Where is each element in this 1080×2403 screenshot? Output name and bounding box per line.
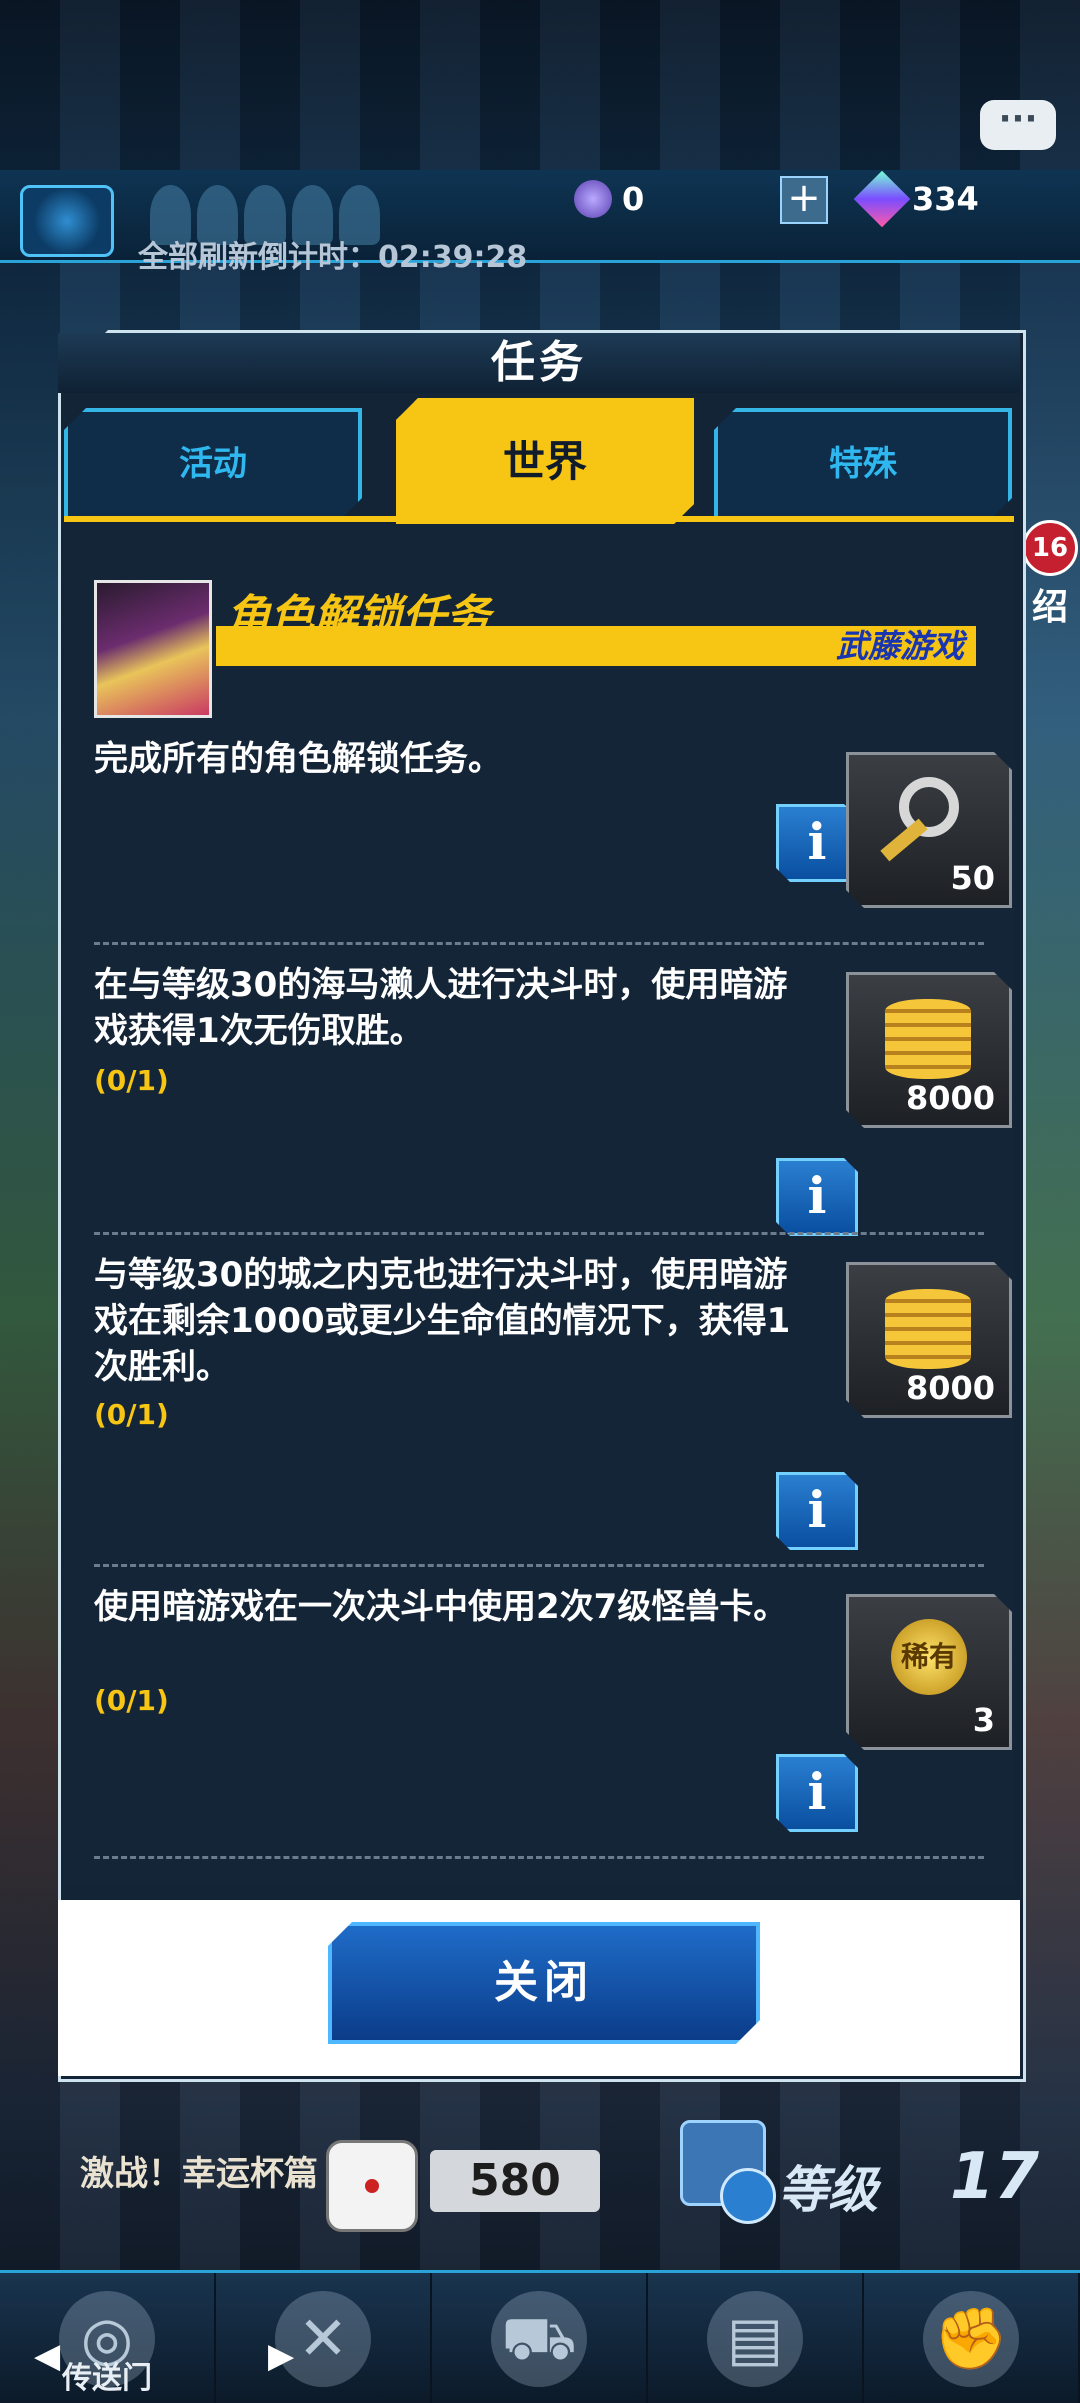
nav-emblem[interactable]: ✊ <box>864 2273 1080 2403</box>
level-value: 17 <box>950 2140 1040 2214</box>
character-name: 武藤游戏 <box>835 627 964 665</box>
reward-box[interactable]: 8000 <box>846 1262 1012 1418</box>
refresh-icon <box>720 2168 776 2224</box>
quest-text: 在与等级30的海马濑人进行决斗时，使用暗游戏获得1次无伤取胜。 <box>94 965 788 1051</box>
bottom-nav: ◎ 传送门 ✕ ⛟ ▤ ✊ <box>0 2270 1080 2403</box>
quest-text: 完成所有的角色解锁任务。 <box>94 739 502 779</box>
tab-special[interactable]: 特殊 <box>714 408 1012 520</box>
nav-shop[interactable]: ⛟ <box>432 2273 648 2403</box>
character-quest-title: 角色解锁任务 <box>226 591 490 642</box>
close-button[interactable]: 关闭 <box>328 1922 760 2044</box>
mission-tabs: 活动 世界 特殊 <box>64 398 1014 518</box>
quest-text: 与等级30的城之内克也进行决斗时，使用暗游戏在剩余1000或更少生命值的情况下，… <box>94 1255 791 1387</box>
orb-count: 0 <box>622 180 645 218</box>
gold-coins-icon <box>885 999 971 1079</box>
gem-count: 334 <box>912 180 979 218</box>
reward-box[interactable]: 50 <box>846 752 1012 908</box>
quest-item: 完成所有的角色解锁任务。 i 50 <box>94 736 984 926</box>
reward-count: 50 <box>950 859 995 897</box>
gem-icon <box>853 170 911 228</box>
shop-cart-icon: ⛟ <box>491 2291 587 2387</box>
info-button[interactable]: i <box>776 1472 858 1550</box>
character-header: 武藤游戏 角色解锁任务 <box>94 580 979 720</box>
quest-text: 使用暗游戏在一次决斗中使用2次7级怪兽卡。 <box>94 1587 788 1627</box>
notification-badge[interactable]: 16 <box>1022 520 1078 576</box>
tab-underline <box>64 516 1014 522</box>
quest-item: 与等级30的城之内克也进行决斗时，使用暗游戏在剩余1000或更少生命值的情况下，… <box>94 1252 984 1552</box>
nav-right-arrow-icon[interactable]: ▶ <box>268 2336 294 2376</box>
dice-count: 580 <box>430 2150 600 2212</box>
divider <box>94 1564 984 1567</box>
info-button[interactable]: i <box>776 1158 858 1236</box>
side-label: 绍 <box>1032 587 1069 628</box>
tab-activity[interactable]: 活动 <box>64 408 362 520</box>
quest-progress: (0/1) <box>94 1684 169 1717</box>
tab-world[interactable]: 世界 <box>396 398 694 526</box>
gold-coins-icon <box>885 1289 971 1369</box>
divider <box>94 942 984 945</box>
dice-icon <box>326 2140 418 2232</box>
orb-icon <box>574 180 612 218</box>
reward-count: 8000 <box>905 1079 995 1117</box>
gem-currency: 334 <box>853 170 979 228</box>
event-title[interactable]: 激战！幸运杯篇 <box>80 2146 318 2195</box>
refresh-countdown: 全部刷新倒计时：02:39:28 <box>138 240 528 275</box>
dialog-title: 任务 <box>58 333 1020 393</box>
add-gems-button[interactable]: + <box>780 176 828 224</box>
rare-medal-icon: 稀有 <box>891 1619 967 1695</box>
quest-item: 在与等级30的海马濑人进行决斗时，使用暗游戏获得1次无伤取胜。 (0/1) i … <box>94 962 984 1242</box>
reward-box[interactable]: 稀有 3 <box>846 1594 1012 1750</box>
character-portrait <box>94 580 212 718</box>
level-label: 等级 <box>778 2161 878 2219</box>
cards-icon: ▤ <box>707 2291 803 2387</box>
reward-count: 3 <box>972 1701 995 1739</box>
nav-cards[interactable]: ▤ <box>648 2273 864 2403</box>
nav-portal[interactable]: ◎ 传送门 <box>0 2273 216 2403</box>
divider <box>94 1856 984 1859</box>
divider <box>94 1232 984 1235</box>
quest-item: 使用暗游戏在一次决斗中使用2次7级怪兽卡。 (0/1) i 稀有 3 <box>94 1584 984 1844</box>
reward-count: 8000 <box>905 1369 995 1407</box>
info-button[interactable]: i <box>776 804 858 882</box>
info-button[interactable]: i <box>776 1754 858 1832</box>
orb-currency: 0 <box>574 178 644 220</box>
nav-duel[interactable]: ✕ <box>216 2273 432 2403</box>
globe-icon[interactable] <box>20 185 114 257</box>
quest-progress: (0/1) <box>94 1064 169 1097</box>
nav-left-arrow-icon[interactable]: ◀ <box>34 2336 60 2376</box>
quest-list[interactable]: 武藤游戏 角色解锁任务 完成所有的角色解锁任务。 i 50 在与等级30的海马濑… <box>64 524 1014 1884</box>
quest-progress: (0/1) <box>94 1398 169 1431</box>
fist-emblem-icon: ✊ <box>923 2291 1019 2387</box>
reward-box[interactable]: 8000 <box>846 972 1012 1128</box>
nav-label: 传送门 <box>62 2361 152 2396</box>
chat-bubble-icon[interactable]: ··· <box>980 100 1056 150</box>
